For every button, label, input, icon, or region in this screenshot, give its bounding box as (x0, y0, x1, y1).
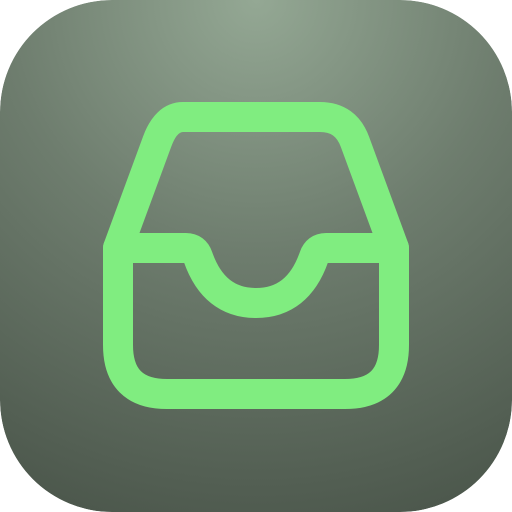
app-icon[interactable] (0, 0, 512, 512)
app-icon-background (0, 0, 512, 512)
app-icon-graphic (0, 0, 512, 512)
